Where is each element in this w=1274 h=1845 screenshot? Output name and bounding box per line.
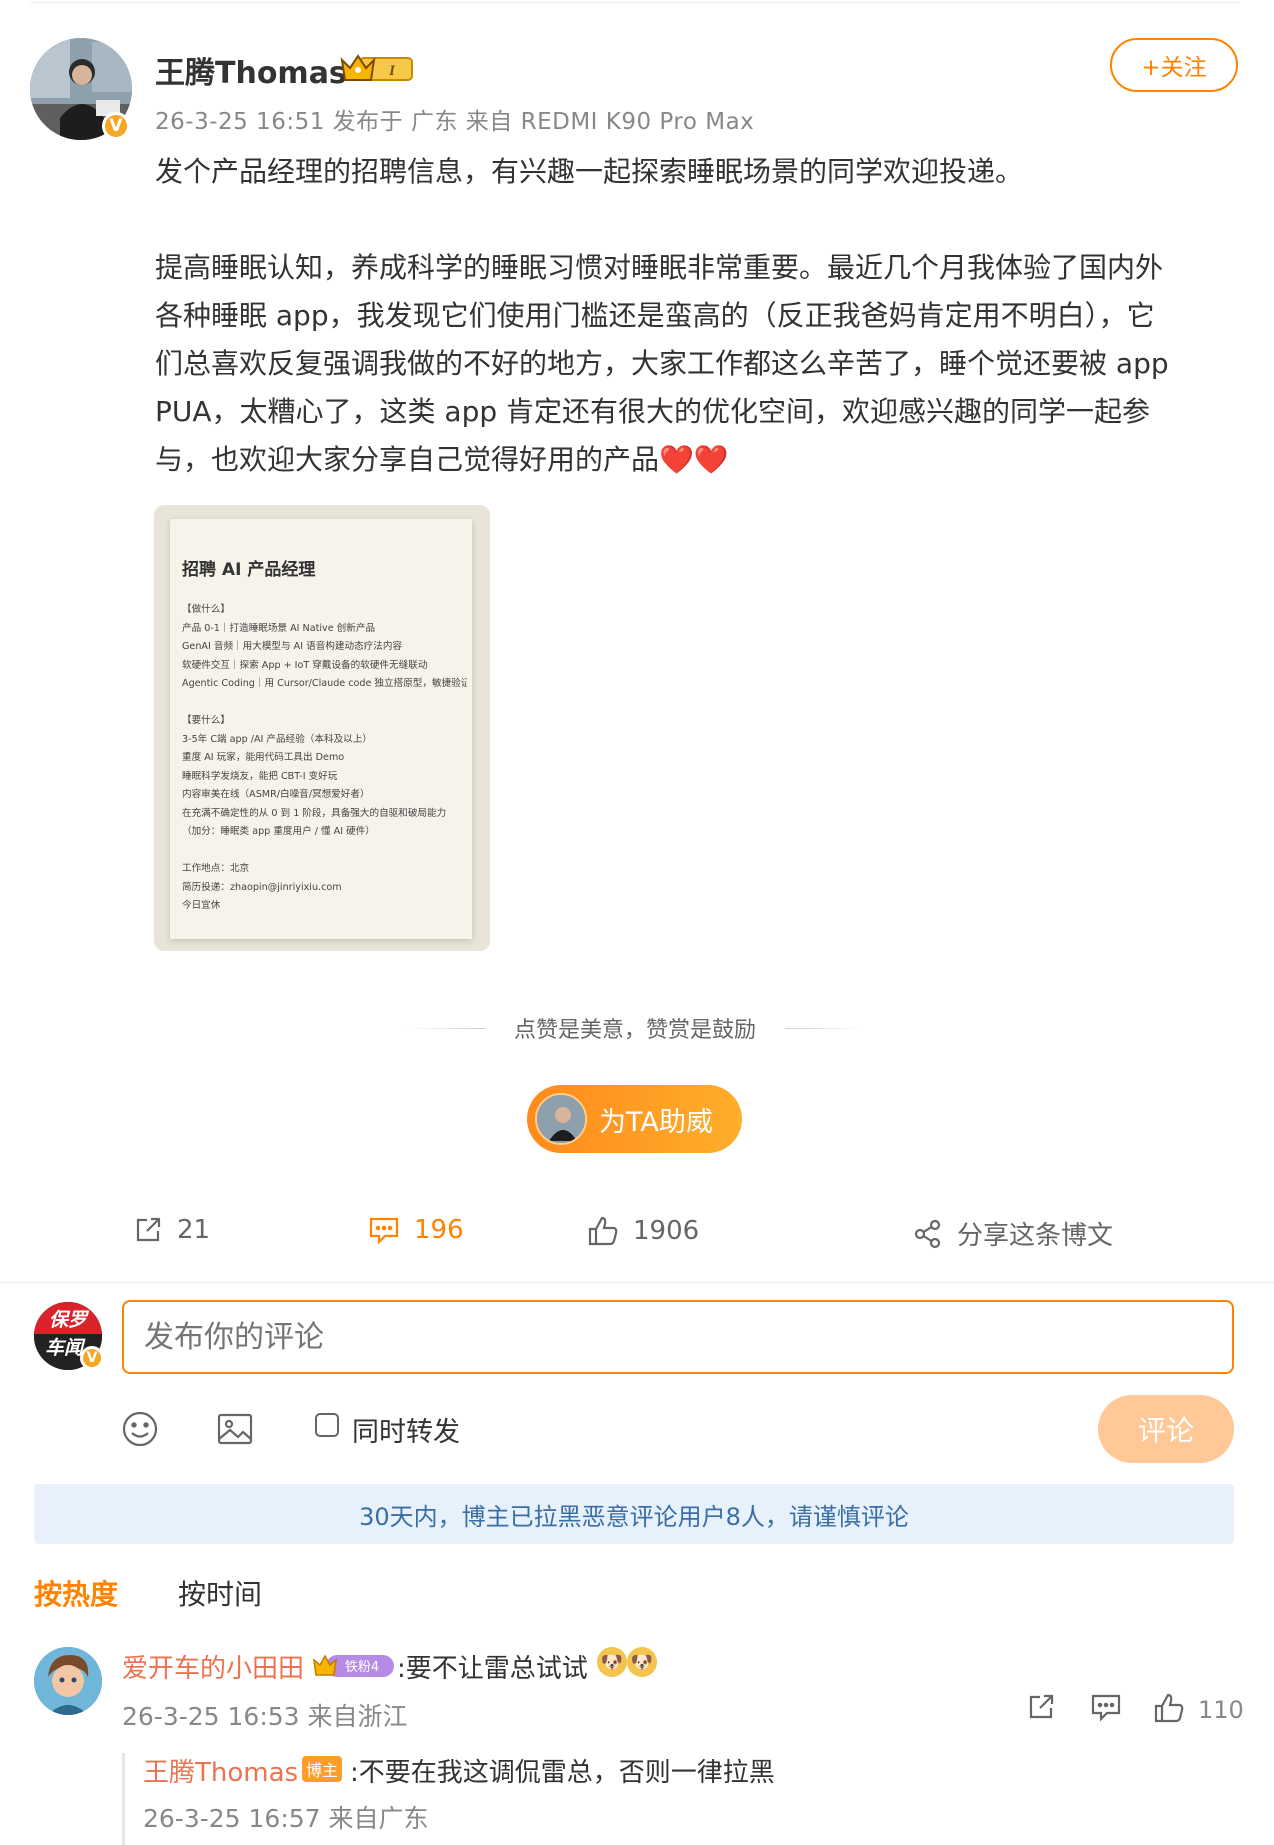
support-label: 为TA助威 (599, 1106, 713, 1138)
support-avatar (535, 1093, 587, 1145)
poster-line: 今日宜休 (182, 900, 221, 911)
repost-icon (1029, 1694, 1054, 1719)
author-name[interactable]: 王腾Thomas (155, 48, 347, 92)
emoji-button[interactable] (121, 1410, 159, 1452)
comment-count: 196 (414, 1215, 464, 1245)
post-line-1: 发个产品经理的招聘信息，有兴趣一起探索睡眠场景的同学欢迎投递。 (155, 155, 1024, 188)
member-crown-icon: I (340, 50, 414, 88)
my-avatar-text-top: 保罗 (49, 1309, 90, 1331)
poster-line (182, 842, 467, 861)
recruitment-poster: 招聘 AI 产品经理 【做什么】产品 0-1｜打造睡眠场景 AI Native … (170, 519, 472, 939)
post-body: 发个产品经理的招聘信息，有兴趣一起探索睡眠场景的同学欢迎投递。 提高睡眠认知，养… (155, 148, 1240, 484)
post-para-line: PUA，太糟心了，这类 app 肯定还有很大的优化空间，欢迎感兴趣的同学一起参 (155, 395, 1151, 428)
reply-meta: 26-3-25 16:57 来自广东 (143, 1804, 429, 1833)
share-icon (914, 1219, 941, 1248)
repost-action[interactable]: 21 (133, 1215, 210, 1245)
heart-emoji-icon: ❤️❤️ (659, 443, 729, 476)
post-meta: 26-3-25 16:51 发布于 广东 来自 REDMI K90 Pro Ma… (155, 109, 755, 135)
poster-title: 招聘 AI 产品经理 (182, 560, 316, 580)
image-icon (217, 1413, 253, 1445)
poster-line: GenAI 音频｜用大模型与 AI 语音构建动态疗法内容 (182, 641, 403, 652)
post-image[interactable]: 招聘 AI 产品经理 【做什么】产品 0-1｜打造睡眠场景 AI Native … (154, 505, 490, 951)
comment-icon (369, 1217, 399, 1245)
poster-line: 【要什么】 (182, 715, 230, 726)
top-divider (30, 2, 1240, 3)
doge-emoji-icon: 🐶 (627, 1647, 657, 1677)
poster-line: 软硬件交互｜探索 App + IoT 穿戴设备的软硬件无缝联动 (182, 659, 428, 671)
post-para-line: 们总喜欢反复强调我做的不好的地方，大家工作都这么辛苦了，睡个觉还要被 app (155, 347, 1169, 380)
comment-meta: 26-3-25 16:53 来自浙江 (122, 1702, 408, 1731)
poster-line: 在充满不确定性的从 0 到 1 阶段，具备强大的自驱和破局能力 (182, 807, 447, 819)
support-button[interactable]: 为TA助威 (527, 1085, 742, 1153)
like-count: 1906 (633, 1216, 700, 1246)
post-para-line: 提高睡眠认知，养成科学的睡眠习惯对睡眠非常重要。最近几个月我体验了国内外 (155, 251, 1164, 284)
comment-text: :要不让雷总试试 (397, 1654, 588, 1684)
sort-by-time-tab[interactable]: 按时间 (178, 1573, 262, 1613)
repost-checkbox[interactable] (315, 1413, 339, 1437)
verified-badge-icon: V (102, 112, 130, 140)
share-action[interactable]: 分享这条博文 (913, 1215, 1113, 1252)
blogger-badge: 博主 (302, 1756, 342, 1782)
repost-icon (136, 1217, 161, 1242)
section-divider (0, 1282, 1274, 1283)
poster-line: 产品 0-1｜打造睡眠场景 AI Native 创新产品 (182, 622, 376, 634)
poster-line: （加分：睡眠类 app 重度用户 / 懂 AI 硬件） (182, 826, 375, 837)
poster-line (182, 694, 467, 713)
poster-line: 工作地点：北京 (182, 863, 250, 874)
comment-action[interactable]: 196 (368, 1215, 464, 1245)
post-para-line: 各种睡眠 app，我发现它们使用门槛还是蛮高的（反正我爸妈肯定用不明白），它 (155, 299, 1155, 332)
poster-line: 【做什么】 (182, 604, 230, 615)
blacklist-notice: 30天内，博主已拉黑恶意评论用户8人，请谨慎评论 (34, 1484, 1234, 1544)
poster-line: 睡眠科学发烧友，能把 CBT-I 变好玩 (182, 770, 338, 782)
poster-line: 3-5年 C端 app /AI 产品经验（本科及以上） (182, 733, 372, 745)
member-level-text: I (388, 63, 396, 79)
image-button[interactable] (216, 1410, 254, 1452)
repost-checkbox-label[interactable]: 同时转发 (352, 1410, 460, 1449)
comment-repost-button[interactable] (1026, 1692, 1056, 1726)
reply-text: :不要在我这调侃雷总，否则一律拉黑 (350, 1758, 775, 1788)
comment-reply-button[interactable] (1090, 1692, 1122, 1726)
commenter-avatar[interactable] (34, 1647, 102, 1715)
verified-badge-icon: V (80, 1346, 104, 1370)
reply-thread-bar (122, 1753, 125, 1845)
follow-button[interactable]: +关注 (1110, 38, 1238, 92)
doge-emoji-icon: 🐶 (597, 1647, 627, 1677)
sort-by-hot-tab[interactable]: 按热度 (34, 1573, 118, 1613)
smiley-icon (122, 1411, 158, 1447)
reply-author-name[interactable]: 王腾Thomas (143, 1752, 298, 1789)
comment-like-button[interactable] (1153, 1692, 1185, 1728)
poster-line: Agentic Coding｜用 Cursor/Claude code 独立搭原… (182, 678, 467, 689)
repost-count: 21 (177, 1215, 211, 1245)
share-label: 分享这条博文 (957, 1221, 1114, 1251)
thumbs-up-icon (1154, 1693, 1184, 1723)
post-para-line: 与，也欢迎大家分享自己觉得好用的产品❤️❤️ (155, 436, 1240, 484)
poster-line: 重度 AI 玩家，能用代码工具出 Demo (182, 752, 345, 763)
post-para-line-text: 与，也欢迎大家分享自己觉得好用的产品 (155, 443, 660, 476)
divider-line-left (405, 1028, 485, 1029)
commenter-name[interactable]: 爱开车的小田田 (122, 1648, 304, 1685)
comment-icon (1091, 1694, 1121, 1722)
poster-line: 简历投递：zhaopin@jinriyixiu.com (182, 881, 342, 893)
divider-line-right (785, 1028, 865, 1029)
poster-text: 【做什么】产品 0-1｜打造睡眠场景 AI Native 创新产品 GenAI 音… (182, 601, 467, 916)
comment-like-count: 110 (1198, 1696, 1244, 1724)
reward-divider-text: 点赞是美意，赞赏是鼓励 (513, 1018, 756, 1043)
submit-comment-button[interactable]: 评论 (1098, 1395, 1234, 1463)
poster-line: 内容审美在线（ASMR/白噪音/冥想爱好者） (182, 789, 370, 800)
thumbs-up-icon (588, 1216, 618, 1246)
comment-input[interactable] (122, 1300, 1234, 1374)
like-action[interactable]: 1906 (587, 1215, 699, 1247)
fan-badge: 铁粉4 (312, 1650, 396, 1684)
fan-badge-label: 铁粉4 (345, 1660, 379, 1675)
